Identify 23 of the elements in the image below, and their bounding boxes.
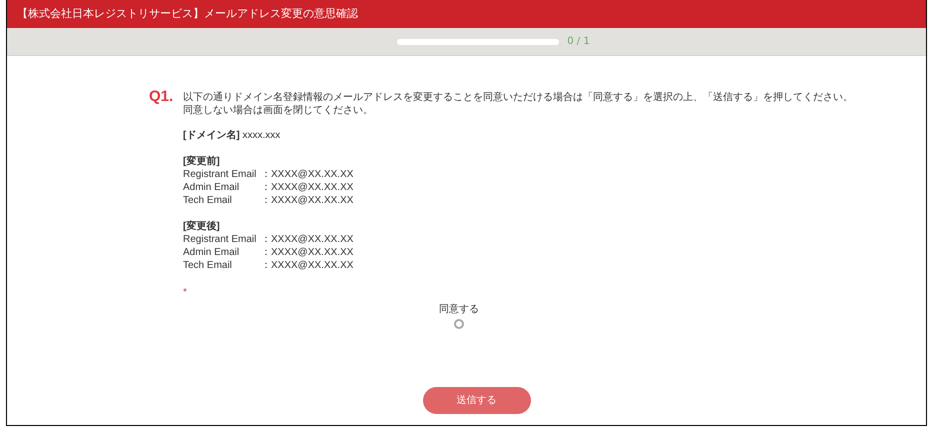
- field-label: Registrant Email: [183, 233, 258, 246]
- field-label: Admin Email: [183, 181, 240, 194]
- required-mark: *: [183, 286, 187, 299]
- radio-button[interactable]: [454, 319, 464, 329]
- question-text: 以下の通りドメイン名登録情報のメールアドレスを変更することを同意いただける場合は「同意する」を選択の上、「送信する」を押してください。 同意しない場合は画面を閉じてください。: [183, 91, 853, 117]
- field-value: ：XXXX@XX.XX.XX: [261, 168, 354, 181]
- field-value: ：XXXX@XX.XX.XX: [261, 181, 354, 194]
- question-number: Q1.: [149, 88, 174, 107]
- field-label: Admin Email: [183, 246, 240, 259]
- field-value: ：XXXX@XX.XX.XX: [261, 233, 354, 246]
- progress-count: 0 / 1: [567, 35, 590, 49]
- domain-line: [ドメイン名] xxxx.xxx: [183, 129, 282, 142]
- field-label: Registrant Email: [183, 168, 258, 181]
- submit-button[interactable]: 送信する: [422, 387, 530, 414]
- field-value: ：XXXX@XX.XX.XX: [261, 246, 354, 259]
- section-heading: [変更前]: [183, 155, 221, 168]
- option-label: 同意する: [439, 303, 479, 316]
- window-title: 【株式会社日本レジストリサービス】メールアドレス変更の意思確認: [17, 6, 358, 22]
- field-value: ：XXXX@XX.XX.XX: [261, 259, 354, 272]
- field-label: Tech Email: [183, 259, 233, 272]
- field-value: ：XXXX@XX.XX.XX: [261, 194, 354, 207]
- section-heading: [変更後]: [183, 220, 221, 233]
- field-label: Tech Email: [183, 194, 233, 207]
